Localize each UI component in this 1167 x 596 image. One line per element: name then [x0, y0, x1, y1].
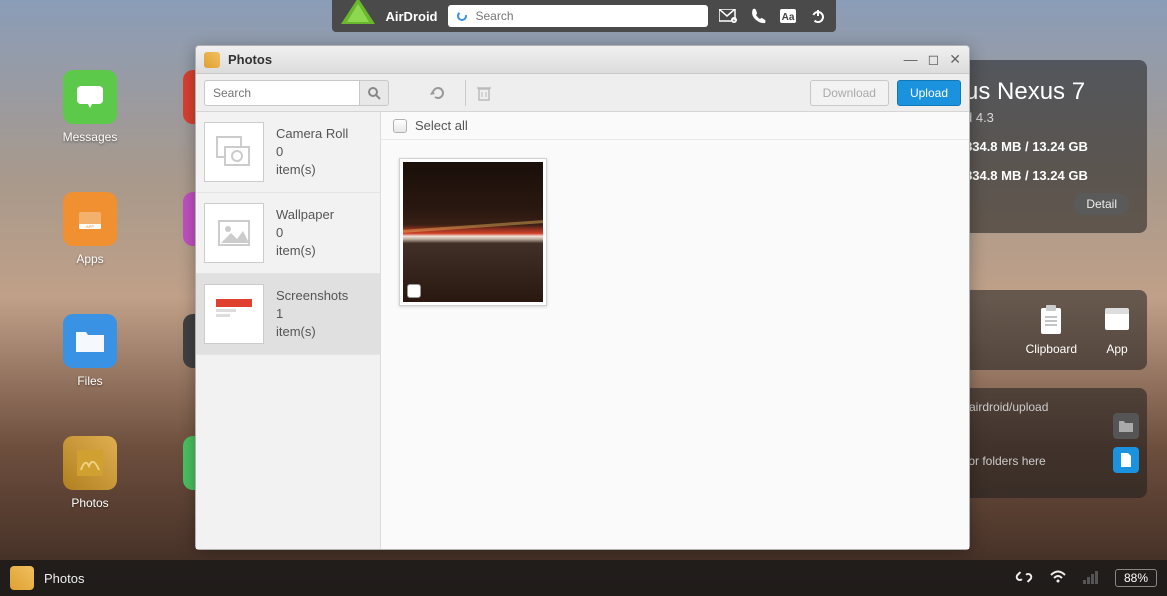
desktop-icon-files[interactable]: Files — [55, 314, 125, 388]
album-search-button[interactable] — [359, 80, 389, 106]
storage-stat-1: 834.8 MB / 13.24 GB — [965, 139, 1129, 154]
signal-icon — [1083, 570, 1099, 587]
mail-icon[interactable]: + — [718, 6, 738, 26]
brand-label: AirDroid — [386, 9, 438, 24]
device-version: d 4.3 — [965, 110, 1129, 125]
maximize-button[interactable]: ◻ — [928, 51, 940, 68]
desktop-icon-apps[interactable]: APP Apps — [55, 192, 125, 266]
text-size-icon[interactable]: Aa — [778, 6, 798, 26]
device-panel: us Nexus 7 d 4.3 834.8 MB / 13.24 GB 834… — [947, 60, 1147, 233]
desktop-icon-messages[interactable]: Messages — [55, 70, 125, 144]
wifi-icon[interactable] — [1049, 570, 1067, 587]
desktop-icons-col1: Messages APP Apps Files Photos — [55, 70, 125, 510]
album-wallpaper[interactable]: Wallpaper0item(s) — [196, 193, 380, 274]
clipboard-icon — [1035, 304, 1067, 336]
album-search-input[interactable] — [204, 80, 359, 106]
svg-text:APP: APP — [86, 224, 94, 229]
taskbar: Photos 88% — [0, 560, 1167, 596]
app-icon — [1101, 304, 1133, 336]
download-button[interactable]: Download — [810, 80, 889, 106]
widgets-panel: Clipboard App — [947, 290, 1147, 370]
svg-text:+: + — [732, 18, 735, 23]
link-icon[interactable] — [1015, 570, 1033, 587]
minimize-button[interactable]: — — [904, 51, 918, 68]
album-screenshots[interactable]: Screenshots1item(s) — [196, 274, 380, 355]
select-all-checkbox[interactable] — [393, 119, 407, 133]
taskbar-app-label[interactable]: Photos — [44, 571, 84, 586]
photos-window: Photos — ◻ ✕ Download Upload Camera Roll… — [195, 45, 970, 550]
taskbar-app-icon[interactable] — [10, 566, 34, 590]
file-button[interactable] — [1113, 447, 1139, 473]
clipboard-widget[interactable]: Clipboard — [1026, 304, 1077, 356]
global-search-input[interactable] — [476, 9, 700, 23]
album-thumb-icon — [204, 284, 264, 344]
spinner-icon — [456, 10, 468, 22]
window-title: Photos — [228, 52, 904, 67]
photo-checkbox[interactable] — [407, 284, 421, 298]
delete-button[interactable] — [465, 80, 491, 106]
album-thumb-icon — [204, 122, 264, 182]
select-all-label: Select all — [415, 118, 468, 133]
upload-panel[interactable]: d/airdroid/upload s or folders here — [947, 388, 1147, 498]
detail-button[interactable]: Detail — [1074, 193, 1129, 215]
battery-indicator[interactable]: 88% — [1115, 569, 1157, 587]
upload-button[interactable]: Upload — [897, 80, 961, 106]
top-menubar: AirDroid + Aa — [0, 0, 1167, 32]
storage-stat-2: 834.8 MB / 13.24 GB — [965, 168, 1129, 183]
folder-button[interactable] — [1113, 413, 1139, 439]
window-toolbar: Download Upload — [196, 74, 969, 112]
album-sidebar: Camera Roll0item(s) Wallpaper0item(s) Sc… — [196, 112, 381, 549]
drop-hint: s or folders here — [959, 454, 1135, 468]
desktop-icon-photos[interactable]: Photos — [55, 436, 125, 510]
photo-item[interactable] — [399, 158, 547, 306]
upload-path: d/airdroid/upload — [959, 400, 1135, 414]
power-icon[interactable] — [808, 6, 828, 26]
airdroid-logo-icon — [340, 0, 376, 31]
window-icon — [204, 52, 220, 68]
svg-text:Aa: Aa — [781, 12, 794, 23]
refresh-button[interactable] — [425, 80, 451, 106]
device-name: us Nexus 7 — [965, 78, 1129, 106]
album-thumb-icon — [204, 203, 264, 263]
window-titlebar[interactable]: Photos — ◻ ✕ — [196, 46, 969, 74]
app-widget[interactable]: App — [1101, 304, 1133, 356]
global-search[interactable] — [448, 5, 708, 27]
close-button[interactable]: ✕ — [949, 51, 961, 68]
album-camera-roll[interactable]: Camera Roll0item(s) — [196, 112, 380, 193]
photo-grid-area: Select all — [381, 112, 969, 549]
phone-icon[interactable] — [748, 6, 768, 26]
photo-thumbnail — [403, 162, 543, 302]
